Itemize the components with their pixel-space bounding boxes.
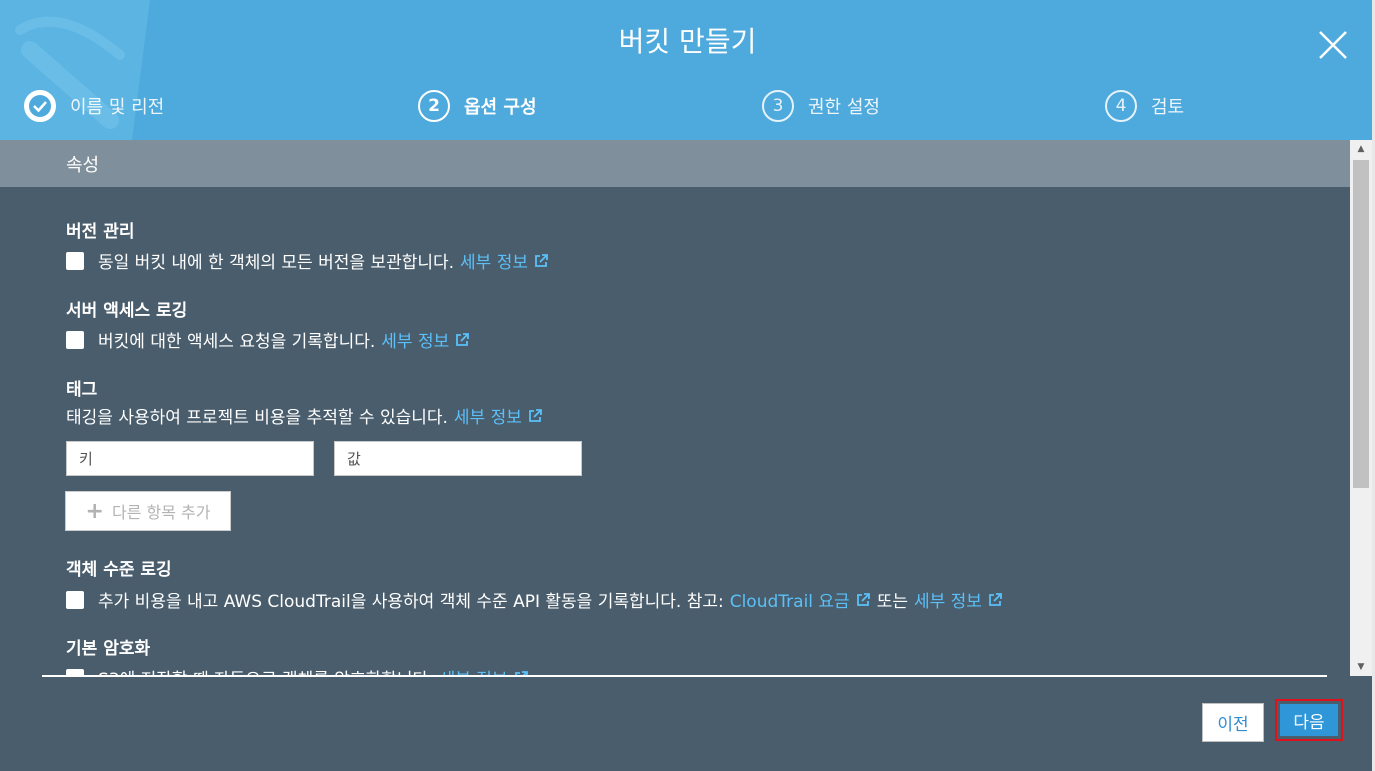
external-link-icon [535,253,548,267]
add-tag-label: 다른 항목 추가 [111,503,211,522]
step-options: 2 옵션 구성 [418,90,537,122]
external-link-icon [528,408,542,422]
step-label: 옵션 구성 [464,97,537,118]
scroll-up-arrow-icon[interactable]: ▲ [1350,140,1372,158]
link-text: 세부 정보 [453,408,522,428]
link-text: CloudTrail 요금 [729,592,850,612]
close-icon [1319,31,1347,59]
step-completed-marker [24,90,56,122]
server-logging-label: 버킷에 대한 액세스 요청을 기록합니다. [98,332,376,352]
object-logging-heading: 객체 수준 로깅 [66,560,172,580]
versioning-heading: 버전 관리 [66,222,135,242]
tags-heading: 태그 [66,380,98,400]
link-text: 세부 정보 [381,332,450,352]
server-logging-row: 버킷에 대한 액세스 요청을 기록합니다. 세부 정보 [66,327,470,352]
versioning-details-link[interactable]: 세부 정보 [460,248,549,273]
external-link-icon [456,332,470,346]
object-logging-row: 추가 비용을 내고 AWS CloudTrail을 사용하여 객체 수준 API… [66,587,1003,612]
tags-description: 태깅을 사용하여 프로젝트 비용을 추적할 수 있습니다. [66,408,448,428]
step-label: 이름 및 리전 [70,97,165,118]
object-logging-label: 추가 비용을 내고 AWS CloudTrail을 사용하여 객체 수준 API… [98,592,724,612]
step-name-region: 이름 및 리전 [24,90,164,122]
tags-description-row: 태깅을 사용하여 프로젝트 비용을 추적할 수 있습니다. 세부 정보 [66,403,543,428]
step-review: 4 검토 [1105,90,1184,122]
step-permissions: 3 권한 설정 [762,90,880,122]
link-text: 세부 정보 [913,592,982,612]
plus-icon: + [85,498,104,524]
vertical-scrollbar[interactable]: ▲ ▼ [1350,140,1372,676]
previous-button[interactable]: 이전 [1202,703,1264,742]
scroll-down-arrow-icon[interactable]: ▼ [1350,658,1372,676]
section-header: 속성 [0,140,1350,187]
object-logging-details-link[interactable]: 세부 정보 [914,587,1003,612]
server-logging-details-link[interactable]: 세부 정보 [381,327,470,352]
tags-details-link[interactable]: 세부 정보 [454,403,543,428]
object-logging-checkbox[interactable] [66,590,84,609]
step-number: 2 [418,90,450,122]
server-logging-checkbox[interactable] [66,330,84,349]
step-label: 검토 [1151,97,1185,118]
checkmark-icon [29,95,51,117]
add-tag-button[interactable]: + 다른 항목 추가 [65,491,231,531]
step-number: 4 [1105,90,1137,122]
dialog-header: 버킷 만들기 이름 및 리전 2 옵션 구성 3 권한 설정 4 검토 [0,0,1375,140]
footer-divider [42,675,1327,677]
next-button-label: 다음 [1280,704,1338,736]
step-number: 3 [762,90,794,122]
external-link-icon [856,592,870,606]
next-button[interactable]: 다음 [1275,699,1343,741]
link-text: 세부 정보 [460,253,528,273]
scrollbar-thumb[interactable] [1353,160,1369,488]
versioning-row: 동일 버킷 내에 한 객체의 모든 버전을 보관합니다. 세부 정보 [66,248,549,273]
close-button[interactable] [1314,26,1352,64]
external-link-icon [989,592,1002,606]
dialog-title: 버킷 만들기 [618,25,757,58]
encryption-heading: 기본 암호화 [66,639,151,659]
tag-key-input[interactable] [66,441,314,476]
step-label: 권한 설정 [808,97,880,118]
cloudtrail-pricing-link[interactable]: CloudTrail 요금 [730,587,871,612]
section-title: 속성 [66,155,100,176]
or-text: 또는 [876,592,908,612]
tag-value-input[interactable] [334,441,582,476]
versioning-checkbox[interactable] [66,251,84,270]
versioning-label: 동일 버킷 내에 한 객체의 모든 버전을 보관합니다. [98,253,455,273]
options-content: 버전 관리 동일 버킷 내에 한 객체의 모든 버전을 보관합니다. 세부 정보… [0,187,1350,677]
server-logging-heading: 서버 액세스 로깅 [66,301,188,321]
